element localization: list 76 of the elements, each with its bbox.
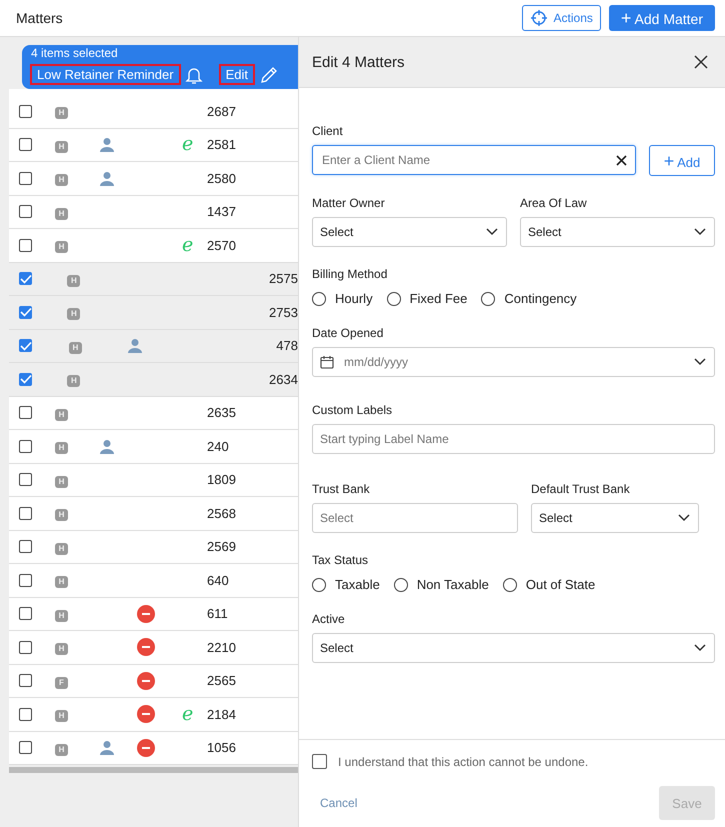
- matter-number: 478: [276, 338, 298, 354]
- billing-type-badge: H: [55, 542, 68, 555]
- matter-number: 2753: [269, 304, 298, 320]
- matter-number: 240: [207, 438, 229, 454]
- billing-type-badge: H: [68, 342, 82, 354]
- actions-button[interactable]: Actions: [522, 5, 601, 31]
- field-label: Default Trust Bank: [531, 482, 631, 496]
- banner-action-link[interactable]: Edit: [218, 64, 255, 85]
- add-client-button[interactable]: + Add: [649, 145, 715, 176]
- field-label: Client: [312, 124, 344, 138]
- e-billing-mark: e: [182, 702, 194, 725]
- billing-type-badge: H: [55, 408, 68, 421]
- field-label: Billing Method: [312, 267, 388, 281]
- matter-number: 2687: [207, 104, 236, 119]
- billing-type-badge: F: [55, 676, 68, 689]
- radio-option[interactable]: Non Taxable: [394, 577, 489, 592]
- confirm-text: I understand that this action cannot be undone.: [338, 754, 588, 768]
- billing-type-badge: H: [55, 610, 68, 622]
- field-label: Matter Owner: [312, 196, 386, 210]
- billing-type-badge: H: [55, 107, 68, 120]
- matter-number: 2210: [207, 640, 236, 655]
- billing-type-badge: H: [55, 174, 68, 186]
- billing-type-badge: H: [55, 241, 68, 254]
- radio-option[interactable]: Fixed Fee: [386, 291, 468, 306]
- matter-number: 1437: [207, 204, 236, 220]
- custom-labels-input[interactable]: Start typing Label Name: [312, 424, 715, 454]
- selection-count: 4 items selected: [31, 46, 118, 60]
- field-label: Trust Bank: [312, 482, 371, 496]
- billing-type-badge: H: [67, 375, 80, 388]
- radio-option[interactable]: Hourly: [312, 291, 373, 306]
- billing-type-badge: H: [67, 274, 80, 287]
- matter-number: 2635: [207, 405, 236, 420]
- billing-type-badge: H: [55, 744, 68, 756]
- matter-number: 2581: [207, 137, 236, 152]
- matter-number: 2634: [269, 372, 298, 387]
- active-select[interactable]: Select: [312, 633, 715, 663]
- matter-number: 611: [207, 606, 228, 622]
- e-billing-mark: e: [182, 234, 194, 256]
- matter-number: 2570: [207, 238, 236, 253]
- date-opened-field[interactable]: mm/dd/yyyy: [312, 347, 715, 377]
- trust-bank-input[interactable]: Select: [312, 503, 518, 533]
- radio-option[interactable]: Taxable: [312, 577, 380, 592]
- billing-type-badge: H: [55, 643, 68, 656]
- field-label: Tax Status: [312, 553, 370, 567]
- banner-action-link[interactable]: Low Retainer Reminder: [30, 64, 181, 85]
- radio-option[interactable]: Out of State: [502, 577, 596, 592]
- billing-type-badge: H: [55, 140, 68, 153]
- e-billing-mark: e: [182, 133, 194, 156]
- matter-number: 1809: [207, 472, 236, 488]
- radio-option[interactable]: Contingency: [481, 291, 577, 306]
- matter-owner-select[interactable]: Select: [312, 217, 507, 247]
- matter-number: 640: [207, 572, 229, 588]
- client-input-field[interactable]: Enter a Client Name: [312, 145, 636, 175]
- billing-type-badge: H: [55, 442, 68, 454]
- billing-type-badge: H: [55, 576, 68, 588]
- matter-number: 2184: [207, 706, 236, 722]
- matter-number: 1056: [207, 740, 236, 756]
- billing-type-badge: H: [55, 509, 68, 522]
- matter-number: 2568: [207, 506, 236, 521]
- panel-title: Edit 4 Matters: [312, 54, 405, 70]
- matter-number: 2565: [207, 673, 236, 688]
- matter-number: 2575: [269, 271, 298, 286]
- page-title: Matters: [16, 10, 63, 26]
- default-trust-bank-select[interactable]: Select: [531, 503, 699, 533]
- billing-type-badge: H: [67, 308, 80, 320]
- matter-number: 2580: [207, 170, 236, 186]
- field-label: Custom Labels: [312, 403, 394, 417]
- field-label: Area Of Law: [520, 196, 588, 210]
- billing-type-badge: H: [55, 710, 68, 722]
- billing-type-badge: H: [55, 476, 68, 488]
- area-of-law-select[interactable]: Select: [520, 217, 715, 247]
- billing-type-badge: H: [55, 208, 68, 220]
- matter-number: 2569: [207, 539, 236, 554]
- field-label: Date Opened: [312, 326, 384, 340]
- add-matter-button[interactable]: + Add Matter: [608, 5, 715, 31]
- field-label: Active: [312, 612, 346, 626]
